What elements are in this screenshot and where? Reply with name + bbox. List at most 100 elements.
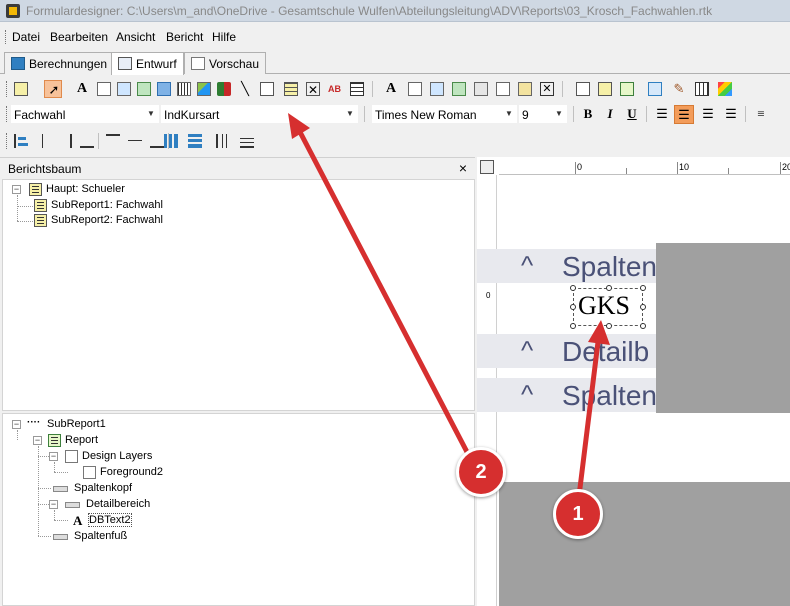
collapse-band-icon[interactable]: ^ bbox=[521, 379, 533, 410]
ab-tool-button[interactable]: AB bbox=[326, 80, 344, 98]
resize-handle[interactable] bbox=[640, 323, 646, 329]
tree-line bbox=[54, 520, 68, 521]
align-middles-button[interactable] bbox=[126, 132, 144, 150]
pointer-icon: ➚ bbox=[48, 82, 60, 97]
calc-tool-button[interactable] bbox=[135, 80, 153, 98]
chart-tool-button[interactable] bbox=[155, 80, 173, 98]
align-left-button[interactable]: ☰ bbox=[652, 105, 672, 124]
dbimage-tool-button[interactable] bbox=[472, 80, 490, 98]
color-button[interactable] bbox=[716, 80, 734, 98]
report-explorer-button[interactable] bbox=[618, 80, 636, 98]
dots-icon: ···· bbox=[27, 417, 41, 428]
region-tool-button[interactable] bbox=[258, 80, 276, 98]
tree-line bbox=[54, 462, 55, 472]
tab-vorschau[interactable]: Vorschau bbox=[184, 52, 267, 74]
crosstab-tool-button[interactable]: ✕ bbox=[304, 80, 322, 98]
richtext-tool-button[interactable] bbox=[115, 80, 133, 98]
collapse-icon[interactable]: − bbox=[12, 185, 21, 194]
ruler-tick bbox=[728, 168, 729, 174]
image-tool-button[interactable] bbox=[195, 80, 213, 98]
align-right-button[interactable]: ☰ bbox=[698, 105, 718, 124]
font-name-select[interactable]: Times New Roman ▼ bbox=[371, 104, 518, 124]
chevron-down-icon: ▼ bbox=[147, 109, 155, 118]
collapse-icon[interactable]: − bbox=[49, 452, 58, 461]
select-tool-button[interactable]: ➚ bbox=[44, 80, 62, 98]
bold-button[interactable]: B bbox=[578, 105, 598, 124]
dbcalc-tool-button[interactable] bbox=[450, 80, 468, 98]
tree-line bbox=[38, 446, 39, 536]
dbcheckbox-tool-button[interactable]: ✕ bbox=[538, 80, 556, 98]
same-width-button[interactable] bbox=[214, 132, 232, 150]
tree-line bbox=[38, 456, 49, 457]
font-size-value: 9 bbox=[522, 108, 529, 122]
resize-handle[interactable] bbox=[640, 285, 646, 291]
menu-bearbeiten[interactable]: Bearbeiten bbox=[50, 30, 108, 44]
close-icon[interactable]: × bbox=[459, 160, 467, 176]
datafield-select[interactable]: IndKursart ▼ bbox=[160, 104, 359, 124]
toolbar-separator bbox=[646, 106, 647, 122]
shape-tool-button[interactable] bbox=[215, 80, 233, 98]
align-justify-button[interactable]: ☰ bbox=[721, 105, 741, 124]
line-tool-button[interactable]: ╲ bbox=[236, 80, 254, 98]
resize-handle[interactable] bbox=[570, 323, 576, 329]
menu-bericht[interactable]: Bericht bbox=[166, 30, 203, 44]
datapipeline-select[interactable]: Fachwahl ▼ bbox=[10, 104, 160, 124]
same-width-icon bbox=[216, 134, 230, 148]
collapse-band-icon[interactable]: ^ bbox=[521, 250, 533, 281]
app-icon bbox=[6, 4, 20, 18]
brush-button[interactable]: ✎ bbox=[670, 80, 688, 98]
resize-handle[interactable] bbox=[640, 304, 646, 310]
report-tree-button[interactable] bbox=[12, 80, 30, 98]
page-header-band[interactable] bbox=[498, 175, 790, 245]
dbtext2-component[interactable]: GKS bbox=[570, 285, 646, 329]
more-format-button[interactable]: ≡ bbox=[751, 105, 771, 124]
grid-button[interactable] bbox=[693, 80, 711, 98]
align-toolbar bbox=[0, 129, 790, 153]
resize-handle[interactable] bbox=[606, 323, 612, 329]
barcode-tool-button[interactable] bbox=[175, 80, 193, 98]
align-centers-button[interactable] bbox=[34, 132, 52, 150]
align-lefts-button[interactable] bbox=[12, 132, 30, 150]
align-bottoms-button[interactable] bbox=[78, 132, 96, 150]
italic-button[interactable]: I bbox=[600, 105, 620, 124]
tab-label: Berechnungen bbox=[29, 57, 108, 71]
collapse-icon[interactable]: − bbox=[49, 500, 58, 509]
dbrichtext-tool-button[interactable] bbox=[428, 80, 446, 98]
align-tops-button[interactable] bbox=[104, 132, 122, 150]
ruler-tick bbox=[626, 168, 627, 174]
collapse-band-icon[interactable]: ^ bbox=[521, 335, 533, 366]
dblabel-tool-button[interactable]: A bbox=[384, 80, 402, 98]
tree-line bbox=[17, 195, 18, 221]
data-tree-button[interactable] bbox=[596, 80, 614, 98]
underline-button[interactable]: U bbox=[622, 105, 642, 124]
menu-ansicht[interactable]: Ansicht bbox=[116, 30, 155, 44]
same-height-button[interactable] bbox=[238, 132, 256, 150]
align-rights-button[interactable] bbox=[56, 132, 74, 150]
subreport-tool-button[interactable] bbox=[282, 80, 300, 98]
label-tool-button[interactable]: A bbox=[75, 80, 93, 98]
align-center-button[interactable]: ☰ bbox=[674, 105, 694, 124]
report-tree-header: Berichtsbaum × bbox=[0, 157, 475, 179]
memo-tool-button[interactable] bbox=[95, 80, 113, 98]
collapse-icon[interactable]: − bbox=[12, 420, 21, 429]
dbmemo-tool-button[interactable] bbox=[406, 80, 424, 98]
space-vertical-button[interactable] bbox=[186, 132, 204, 150]
collapse-icon[interactable]: − bbox=[33, 436, 42, 445]
tab-entwurf[interactable]: Entwurf bbox=[111, 52, 184, 75]
tab-berechnungen[interactable]: Berechnungen bbox=[4, 52, 115, 74]
menu-datei[interactable]: Datei bbox=[12, 30, 40, 44]
checkbox-icon: ✕ bbox=[540, 82, 554, 96]
fields-button[interactable] bbox=[574, 80, 592, 98]
resize-handle[interactable] bbox=[606, 285, 612, 291]
menu-hilfe[interactable]: Hilfe bbox=[212, 30, 236, 44]
resize-handle[interactable] bbox=[570, 304, 576, 310]
resize-handle[interactable] bbox=[570, 285, 576, 291]
table-tool-button[interactable] bbox=[348, 80, 366, 98]
dbbarcode-tool-button[interactable] bbox=[494, 80, 512, 98]
edit-button[interactable] bbox=[646, 80, 664, 98]
align-left-icon: ☰ bbox=[656, 106, 668, 121]
dbchart-tool-button[interactable] bbox=[516, 80, 534, 98]
space-horizontal-button[interactable] bbox=[162, 132, 180, 150]
font-size-select[interactable]: 9 ▼ bbox=[518, 104, 568, 124]
tree-line bbox=[38, 504, 49, 505]
